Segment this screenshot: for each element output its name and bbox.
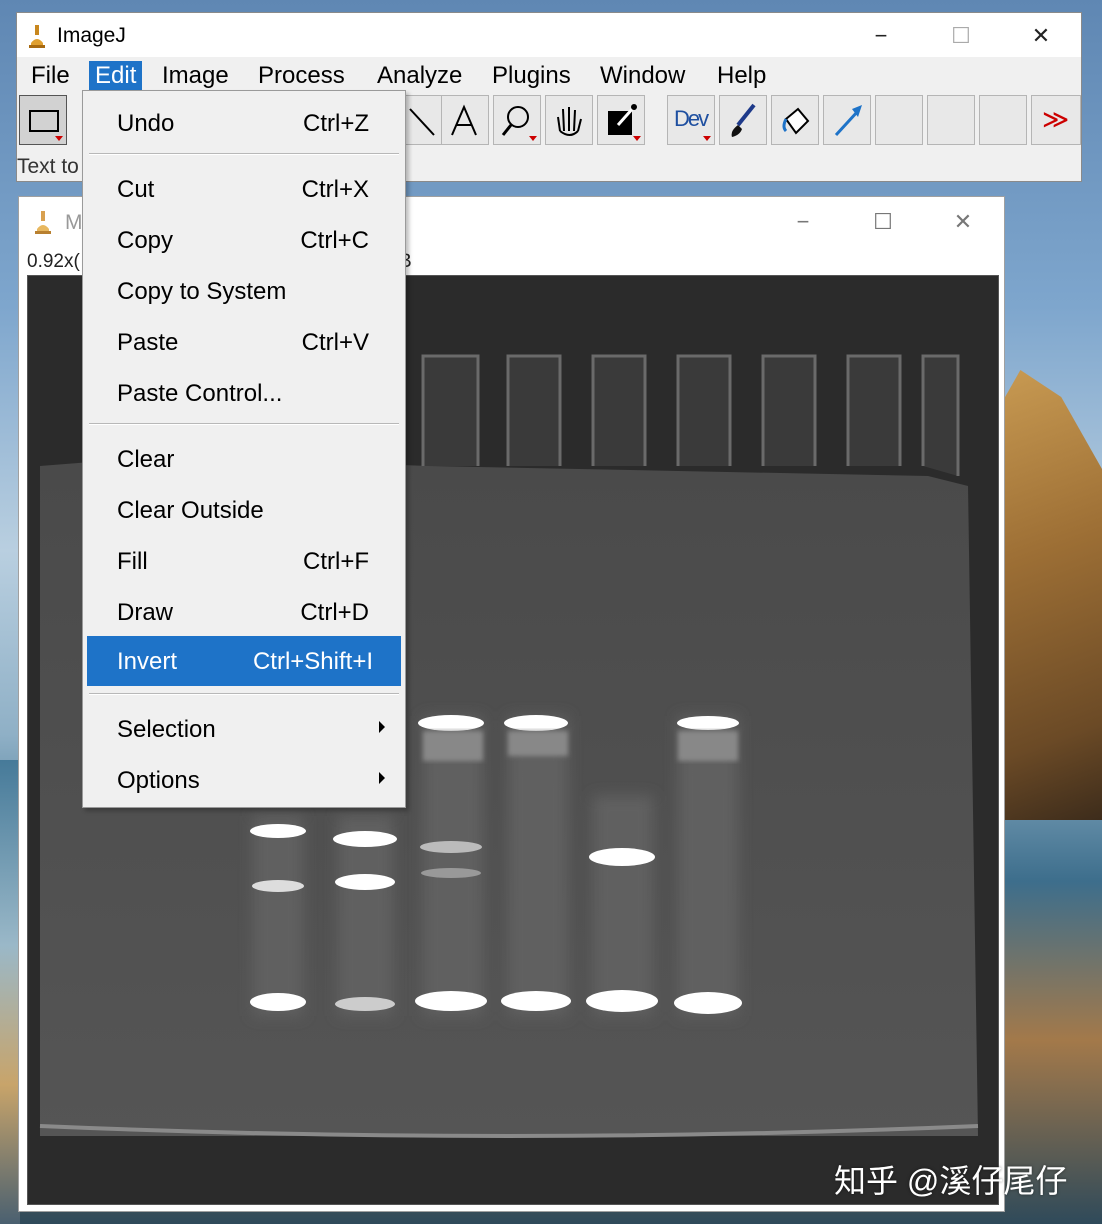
menu-item-clear[interactable]: Clear (87, 439, 401, 479)
menu-edit[interactable]: Edit (89, 61, 143, 91)
hand-icon (557, 107, 582, 136)
menu-item-clear-outside[interactable]: Clear Outside (87, 490, 401, 530)
empty-tool-slot-3[interactable] (979, 95, 1027, 145)
main-window-title: ImageJ (57, 24, 126, 47)
image-info-text: 0.92x( (27, 251, 80, 272)
more-tools-button[interactable]: ≫ (1031, 95, 1081, 145)
watermark-text: 知乎 @溪仔尾仔 (834, 1163, 1068, 1199)
menu-item-undo[interactable]: Undo Ctrl+Z (87, 103, 401, 143)
imagej-microscope-icon (29, 25, 45, 48)
brush-tool[interactable] (719, 95, 767, 145)
text-tool[interactable] (441, 95, 489, 145)
main-titlebar: ImageJ − ☐ ✕ (17, 13, 1081, 57)
menu-plugins[interactable]: Plugins (486, 61, 577, 91)
menu-item-paste[interactable]: Paste Ctrl+V (87, 322, 401, 362)
menu-item-copy-to-system[interactable]: Copy to System (87, 271, 401, 311)
menu-item-draw[interactable]: Draw Ctrl+D (87, 592, 401, 632)
hand-tool[interactable] (545, 95, 593, 145)
arrow-icon (834, 105, 862, 137)
submenu-arrow-icon (379, 772, 385, 784)
dev-tool[interactable]: Dev (667, 95, 715, 145)
status-bar-text: Text to (17, 155, 79, 178)
menubar: File Edit Image Process Analyze Plugins … (17, 57, 1081, 93)
empty-tool-slot-2[interactable] (927, 95, 975, 145)
menu-item-paste-control[interactable]: Paste Control... (87, 373, 401, 413)
menu-item-cut[interactable]: Cut Ctrl+X (87, 169, 401, 209)
arrow-tool[interactable] (823, 95, 871, 145)
double-chevron-icon: ≫ (1042, 104, 1070, 134)
menu-item-options[interactable]: Options (87, 760, 401, 800)
submenu-arrow-icon (379, 721, 385, 733)
imagej-microscope-icon (35, 211, 51, 234)
line-icon (409, 108, 435, 136)
magnifier-tool[interactable] (493, 95, 541, 145)
brush-icon (731, 103, 756, 137)
menu-file[interactable]: File (25, 61, 76, 91)
image-minimize-button[interactable]: − (773, 205, 833, 239)
menu-separator (89, 153, 399, 155)
empty-tool-slot-1[interactable] (875, 95, 923, 145)
close-button[interactable]: ✕ (1011, 19, 1071, 53)
color-picker-icon (608, 104, 637, 135)
menu-separator (89, 423, 399, 425)
menu-analyze[interactable]: Analyze (371, 61, 468, 91)
minimize-button[interactable]: − (851, 19, 911, 53)
menu-image[interactable]: Image (156, 61, 235, 91)
flood-fill-tool[interactable] (771, 95, 819, 145)
menu-item-fill[interactable]: Fill Ctrl+F (87, 541, 401, 581)
line-tool[interactable] (399, 95, 447, 145)
image-maximize-button[interactable]: ☐ (853, 205, 913, 239)
rectangle-icon (29, 110, 59, 132)
rectangle-tool[interactable] (19, 95, 67, 145)
menu-window[interactable]: Window (594, 61, 691, 91)
flood-fill-icon (782, 107, 810, 135)
dev-icon: Dev (674, 106, 709, 131)
maximize-button[interactable]: ☐ (931, 19, 991, 53)
text-icon (451, 104, 477, 136)
magnifier-icon (501, 106, 529, 136)
desktop-sea-background (0, 760, 20, 1224)
color-picker-tool[interactable] (597, 95, 645, 145)
menu-item-selection[interactable]: Selection (87, 709, 401, 749)
menu-process[interactable]: Process (252, 61, 351, 91)
image-close-button[interactable]: ✕ (933, 205, 993, 239)
image-window-title: M (65, 211, 83, 234)
menu-help[interactable]: Help (711, 61, 772, 91)
edit-menu-dropdown: Undo Ctrl+Z Cut Ctrl+X Copy Ctrl+C Copy … (82, 90, 406, 808)
menu-separator (89, 693, 399, 695)
desktop-cliff-background (1000, 370, 1102, 820)
menu-item-copy[interactable]: Copy Ctrl+C (87, 220, 401, 260)
menu-item-invert[interactable]: Invert Ctrl+Shift+I (87, 636, 401, 686)
